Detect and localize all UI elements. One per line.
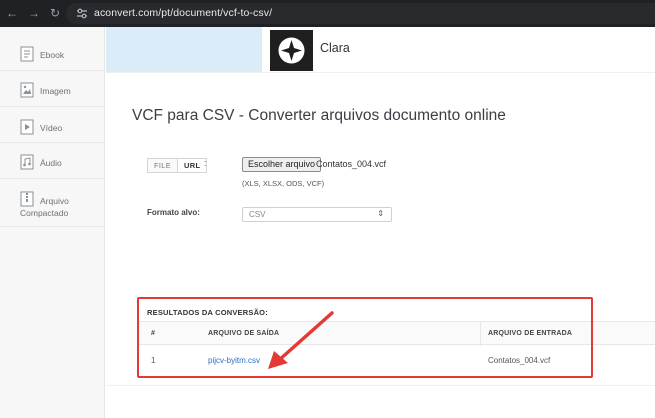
site-settings-icon[interactable] — [76, 8, 88, 19]
sidebar: Ebook Imagem Vídeo Áudio Arquivo Compact… — [0, 27, 105, 418]
sidebar-item-label: Ebook — [40, 50, 65, 60]
video-icon — [20, 119, 34, 135]
sidebar-item-label: Áudio — [40, 158, 62, 168]
table-header: # ARQUIVO DE SAÍDA ARQUIVO DE ENTRADA — [139, 321, 655, 346]
conversion-results: RESULTADOS DA CONVERSÃO: # ARQUIVO DE SA… — [139, 297, 655, 385]
target-format-value: CSV — [249, 210, 266, 219]
divider — [106, 72, 655, 73]
ad-banner[interactable]: Clara — [106, 27, 655, 73]
sidebar-item-image[interactable]: Imagem — [0, 71, 104, 107]
column-header-index: # — [151, 330, 156, 337]
reload-icon[interactable]: ↻ — [48, 6, 62, 20]
column-separator — [480, 322, 481, 346]
updown-arrows-icon: ⇕ — [377, 209, 384, 218]
sidebar-item-ebook[interactable]: Ebook — [0, 27, 104, 71]
sidebar-item-label: Imagem — [40, 86, 71, 96]
back-arrow-icon[interactable]: ← — [5, 6, 19, 20]
sidebar-item-label: Vídeo — [40, 123, 63, 133]
star-compass-icon — [278, 37, 305, 64]
target-format-select[interactable]: CSV ⇕ — [242, 207, 392, 222]
ad-brand: Clara — [320, 41, 350, 55]
tab-url[interactable]: URL — [177, 159, 207, 172]
annotation-arrow-icon — [268, 311, 334, 369]
image-icon — [20, 82, 34, 98]
sidebar-item-archive[interactable]: Arquivo Compactado — [0, 179, 104, 227]
ad-logo — [270, 30, 313, 71]
forward-arrow-icon[interactable]: → — [27, 6, 41, 20]
sidebar-item-audio[interactable]: Áudio — [0, 143, 104, 179]
audio-icon — [20, 154, 34, 170]
output-file-link[interactable]: pijcv-byitm.csv — [208, 356, 260, 365]
row-index: 1 — [151, 356, 156, 365]
target-format-label: Formato alvo: — [147, 208, 200, 217]
page: Ebook Imagem Vídeo Áudio Arquivo Compact… — [0, 27, 655, 418]
input-file-name: Contatos_004.vcf — [488, 356, 551, 365]
chosen-file-name: Contatos_004.vcf — [316, 159, 387, 169]
divider — [106, 385, 655, 386]
source-tabs: FILE URL — [147, 158, 208, 173]
choose-file-button[interactable]: Escolher arquivo — [242, 157, 322, 172]
address-bar[interactable]: aconvert.com/pt/document/vcf-to-csv/ — [66, 3, 655, 24]
ebook-icon — [20, 46, 34, 62]
results-heading: RESULTADOS DA CONVERSÃO: — [147, 308, 268, 317]
supported-formats-hint: (XLS, XLSX, ODS, VCF) — [242, 179, 325, 188]
browser-toolbar: ← → ↻ aconvert.com/pt/document/vcf-to-cs… — [0, 0, 655, 27]
tab-file[interactable]: FILE — [148, 159, 177, 172]
url-text[interactable]: aconvert.com/pt/document/vcf-to-csv/ — [94, 7, 272, 19]
ad-background — [106, 27, 262, 72]
source-colon: : — [204, 158, 207, 168]
sidebar-item-label: Arquivo Compactado — [20, 196, 69, 218]
sidebar-item-video[interactable]: Vídeo — [0, 107, 104, 143]
page-title: VCF para CSV - Converter arquivos docume… — [132, 107, 506, 124]
column-header-input: ARQUIVO DE ENTRADA — [488, 330, 573, 337]
